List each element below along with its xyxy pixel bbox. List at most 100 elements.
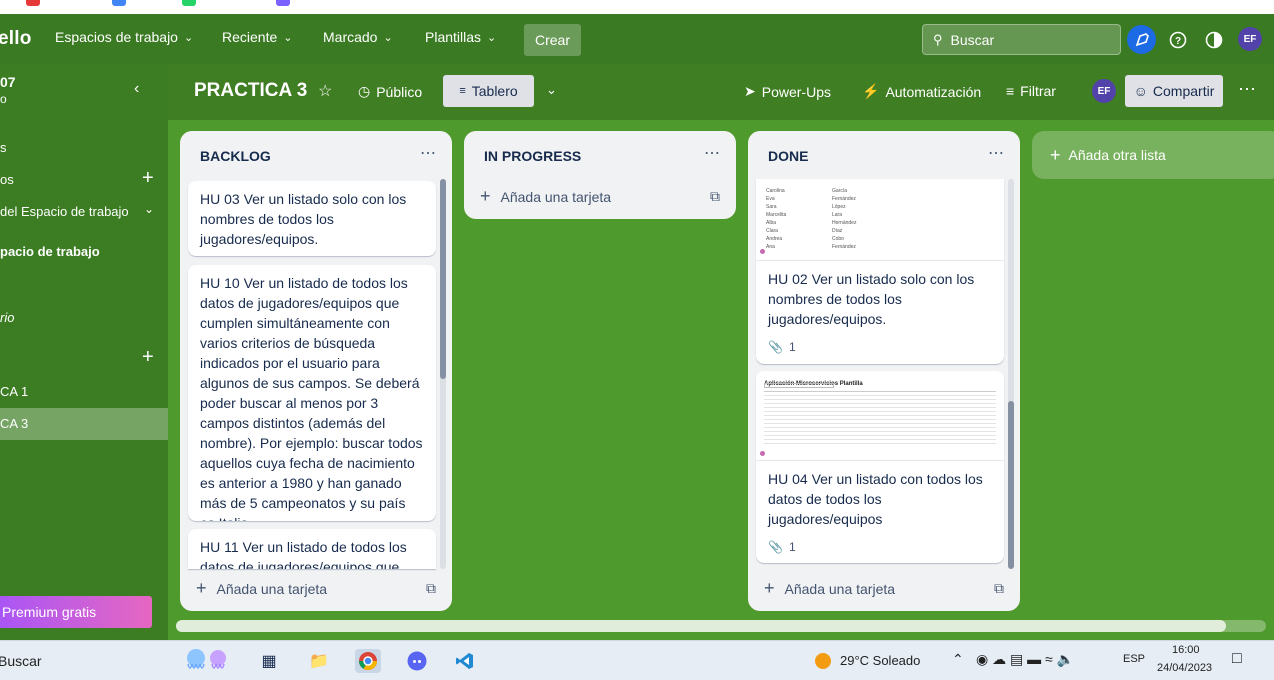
help-icon[interactable]: ?: [1163, 25, 1192, 54]
add-card-button[interactable]: + Añada una tarjeta: [480, 186, 611, 207]
add-member-icon[interactable]: +: [142, 167, 154, 190]
list-title[interactable]: BACKLOG: [200, 148, 271, 164]
sidebar-item-members[interactable]: os: [0, 172, 14, 187]
tray-chevron-up-icon[interactable]: ⌃: [952, 651, 964, 668]
chevron-down-icon: ⌄: [487, 31, 497, 44]
scrollbar-thumb[interactable]: [176, 620, 1226, 632]
sidebar: 07 o ‹ s os + del Espacio de trabajo ⌄ p…: [0, 64, 168, 640]
nav-starred[interactable]: Marcado ⌄: [323, 29, 393, 45]
add-list-label: Añada otra lista: [1068, 147, 1166, 163]
lightning-icon: ⚡: [862, 83, 880, 99]
file-explorer-icon[interactable]: 📁: [306, 649, 332, 673]
board-horizontal-scrollbar[interactable]: [176, 620, 1266, 632]
sidebar-board-label: CA 3: [0, 416, 29, 431]
bookmark-icon[interactable]: [182, 0, 196, 6]
user-avatar[interactable]: EF: [1238, 27, 1262, 51]
card-template-icon[interactable]: ⧉: [426, 580, 436, 597]
star-icon[interactable]: ☆: [318, 81, 332, 101]
premium-trial-button[interactable]: Premium gratis: [0, 596, 152, 628]
card-hu03[interactable]: HU 03 Ver un listado solo con los nombre…: [188, 181, 436, 256]
list-menu-icon[interactable]: ⋯: [704, 143, 720, 163]
bookmark-icon[interactable]: [26, 0, 40, 6]
rocket-icon: ➤: [744, 83, 756, 99]
top-navigation: ello Espacios de trabajo ⌄ Reciente ⌄ Marc…: [0, 14, 1274, 64]
cover-last-name: Fernández: [832, 244, 856, 250]
weather-sun-icon: [810, 649, 836, 673]
clock-time[interactable]: 16:00: [1172, 644, 1200, 656]
weather-text[interactable]: 29°C Soleado: [840, 653, 920, 668]
card-template-icon[interactable]: ⧉: [994, 580, 1004, 597]
vscode-icon[interactable]: [452, 649, 478, 673]
nav-workspaces[interactable]: Espacios de trabajo ⌄: [55, 29, 193, 45]
create-button[interactable]: Crear: [524, 24, 581, 56]
search-icon: ⚲: [933, 31, 943, 47]
list-title[interactable]: IN PROGRESS: [484, 148, 581, 164]
chrome-icon[interactable]: [355, 649, 381, 673]
windows-taskbar: Buscar ▦ 📁 29°C Soleado ⌃ ◉ ☁ ▤ ▬ ≈ 🔈 ES…: [0, 640, 1274, 680]
chevron-down-icon[interactable]: ⌄: [546, 82, 557, 98]
notifications-icon[interactable]: □: [1232, 650, 1242, 668]
list-backlog: BACKLOG ⋯ HU 03 Ver un listado solo con …: [180, 131, 452, 611]
list-menu-icon[interactable]: ⋯: [420, 143, 436, 163]
collapse-sidebar-icon[interactable]: ‹: [134, 80, 139, 98]
powerups-label: Power-Ups: [761, 83, 831, 100]
bookmark-icon[interactable]: [276, 0, 290, 6]
add-list-button[interactable]: + Añada otra lista: [1032, 131, 1274, 179]
cover-first-name: Ana: [766, 244, 775, 250]
chevron-down-icon[interactable]: ⌄: [144, 202, 154, 216]
list-title[interactable]: DONE: [768, 148, 808, 164]
sidebar-item-board-practica-3[interactable]: CA 3: [0, 408, 168, 440]
list-scrollbar[interactable]: [1008, 179, 1014, 569]
input-language[interactable]: ESP: [1123, 653, 1145, 665]
nav-templates-label: Plantillas: [425, 29, 482, 45]
share-label: Compartir: [1152, 83, 1215, 99]
whats-new-icon[interactable]: [1127, 25, 1156, 54]
card-hu04[interactable]: Aplicación Microservicios Plantilla HU 0…: [756, 371, 1004, 563]
taskbar-search[interactable]: Buscar: [0, 653, 42, 669]
share-button[interactable]: ☺ Compartir: [1125, 75, 1223, 107]
card-title: HU 04 Ver un listado con todos los datos…: [768, 471, 983, 527]
list-in-progress: IN PROGRESS ⋯ + Añada una tarjeta ⧉: [464, 131, 736, 219]
filter-button[interactable]: ≡ Filtrar: [1006, 83, 1056, 99]
card-cover-image: Aplicación Microservicios Plantilla: [756, 371, 1004, 461]
clock-date[interactable]: 24/04/2023: [1157, 662, 1212, 674]
more-options-icon[interactable]: ⋯: [1238, 79, 1256, 100]
card-hu11[interactable]: HU 11 Ver un listado de todos los datos …: [188, 529, 436, 569]
tray-icons[interactable]: ◉ ☁ ▤ ▬ ≈ 🔈: [976, 651, 1074, 668]
list-scrollbar[interactable]: [440, 179, 446, 569]
svg-text:?: ?: [1174, 36, 1180, 47]
card-template-icon[interactable]: ⧉: [710, 188, 720, 205]
add-card-button[interactable]: + Añada una tarjeta: [764, 578, 895, 599]
nav-templates[interactable]: Plantillas ⌄: [425, 29, 496, 45]
sidebar-item-settings[interactable]: del Espacio de trabajo: [0, 204, 129, 219]
bookmark-icon[interactable]: [112, 0, 126, 6]
sidebar-item-boards[interactable]: s: [0, 140, 7, 155]
board-title[interactable]: PRACTICA 3: [194, 80, 307, 102]
attachment-count: 1: [788, 340, 796, 354]
nav-recent-label: Reciente: [222, 29, 278, 45]
add-card-button[interactable]: + Añada una tarjeta: [196, 578, 327, 599]
sidebar-item-calendar[interactable]: rio: [0, 310, 14, 325]
card-title: HU 11 Ver un listado de todos los datos …: [200, 539, 407, 569]
discord-icon[interactable]: [404, 649, 430, 673]
task-view-icon[interactable]: ▦: [256, 649, 282, 673]
theme-toggle-icon[interactable]: [1199, 25, 1228, 54]
automation-button[interactable]: ⚡ Automatización: [862, 83, 981, 100]
app-logo[interactable]: ello: [0, 28, 32, 50]
person-add-icon: ☺: [1133, 83, 1148, 99]
search-input[interactable]: ⚲ Buscar: [922, 24, 1121, 55]
card-hu02[interactable]: Carolina García Eva Fernández Sara López Marce…: [756, 179, 1004, 364]
board-member-avatar[interactable]: EF: [1092, 79, 1116, 103]
card-hu10[interactable]: HU 10 Ver un listado de todos los datos …: [188, 265, 436, 521]
visibility-button[interactable]: ◷ Público: [358, 83, 422, 100]
paperclip-icon: 📎: [768, 540, 783, 554]
browser-bookmarks-bar: [0, 0, 1274, 14]
jellyfish-widget-icon[interactable]: [176, 649, 240, 673]
list-menu-icon[interactable]: ⋯: [988, 143, 1004, 163]
sidebar-item-board-practica-1[interactable]: CA 1: [0, 384, 28, 399]
add-board-icon[interactable]: +: [142, 346, 154, 369]
powerups-button[interactable]: ➤ Power-Ups: [744, 83, 831, 100]
nav-recent[interactable]: Reciente ⌄: [222, 29, 292, 45]
search-placeholder: Buscar: [950, 31, 995, 48]
board-view-button[interactable]: ≡ Tablero: [443, 75, 534, 107]
